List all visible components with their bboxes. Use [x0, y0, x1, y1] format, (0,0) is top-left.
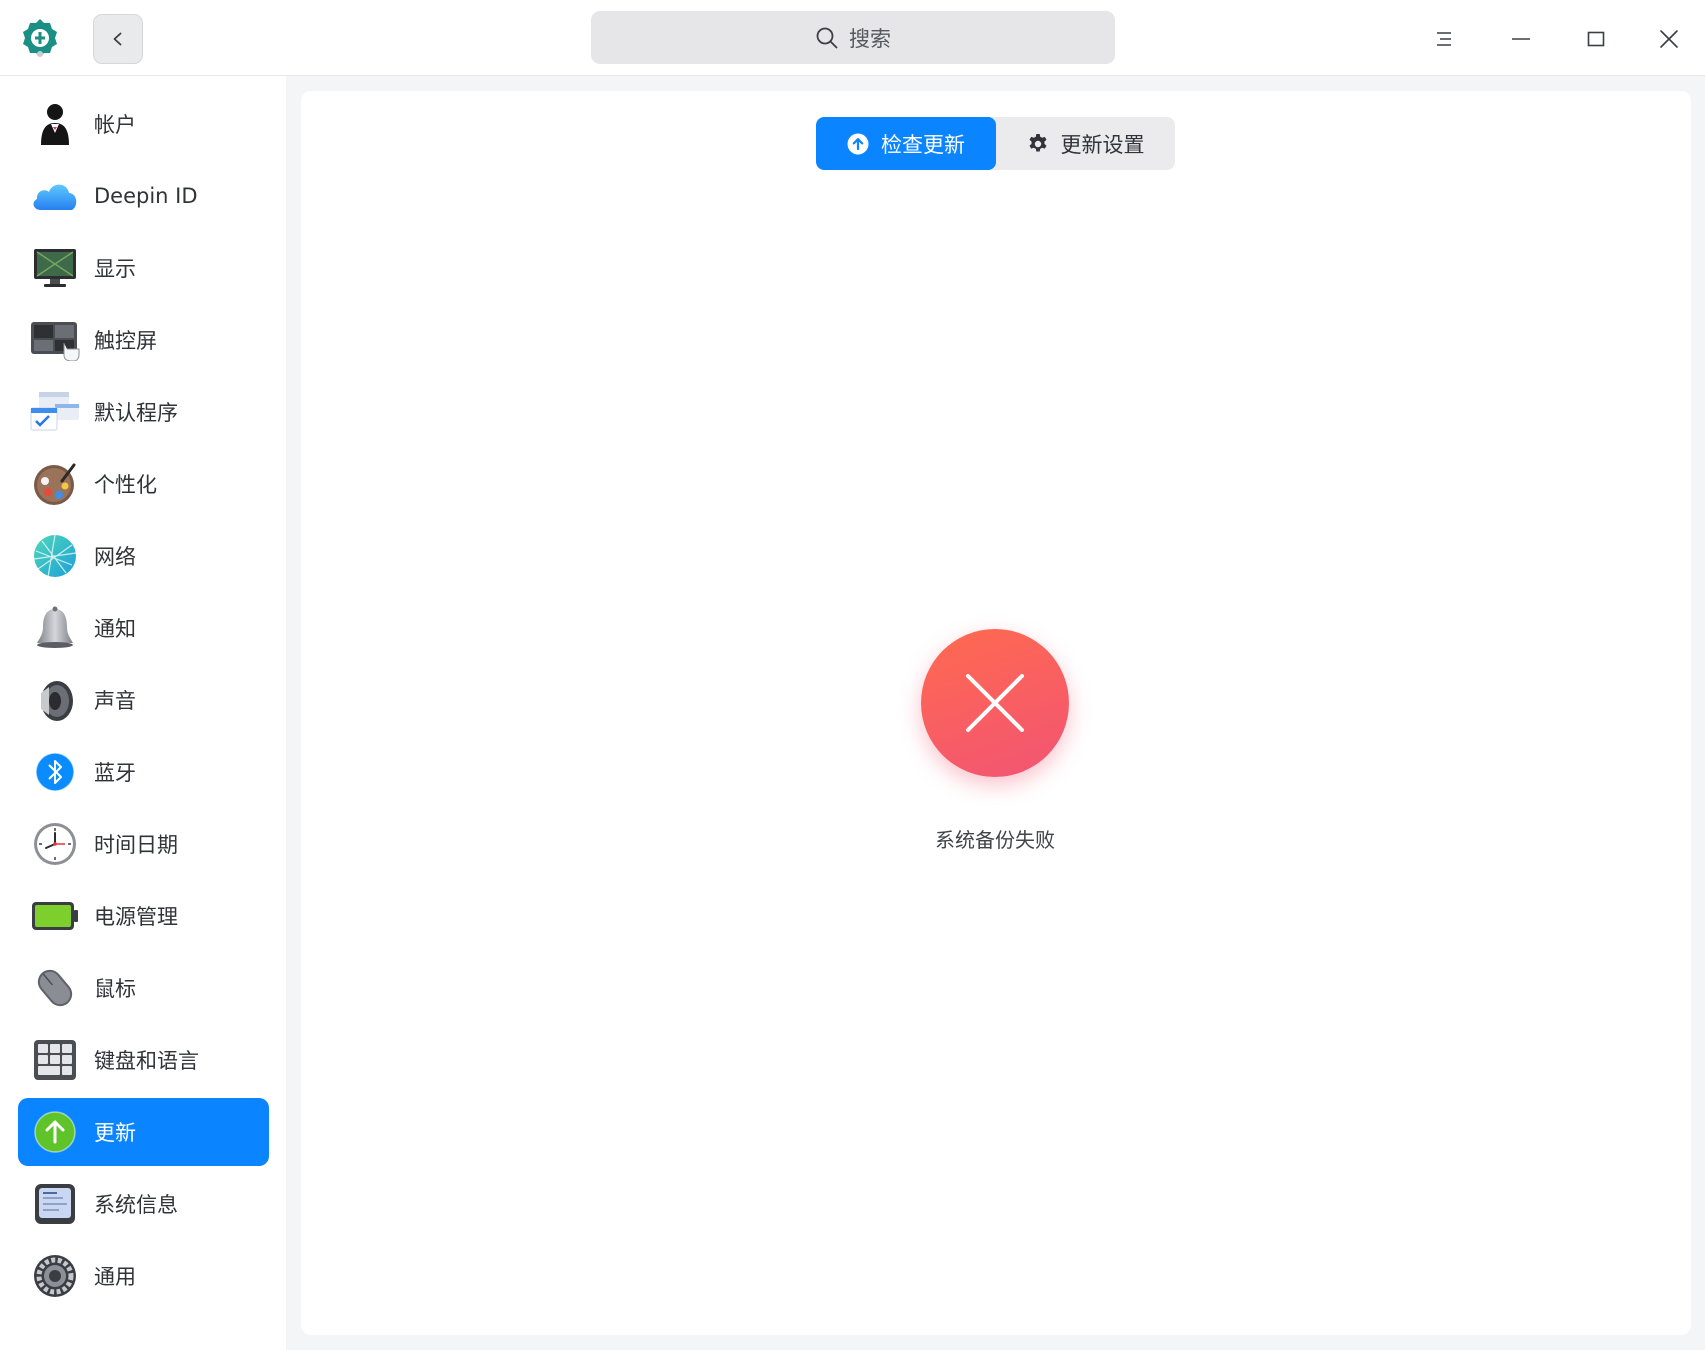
app-logo-icon	[18, 16, 62, 60]
sidebar-item-label: 通知	[94, 617, 136, 641]
tab-label: 检查更新	[881, 132, 965, 157]
close-button[interactable]	[1644, 14, 1694, 64]
clock-icon	[28, 817, 82, 871]
account-icon	[28, 97, 82, 151]
sidebar-item-keyboard[interactable]: 键盘和语言	[18, 1026, 269, 1094]
tab-update-settings[interactable]: 更新设置	[996, 117, 1175, 170]
sidebar-item-datetime[interactable]: 时间日期	[18, 810, 269, 878]
sidebar-item-label: 蓝牙	[94, 761, 136, 785]
sidebar-item-label: 时间日期	[94, 833, 178, 857]
default-apps-icon	[28, 385, 82, 439]
sidebar-item-label: 更新	[94, 1121, 136, 1145]
sidebar-item-label: 键盘和语言	[94, 1049, 199, 1073]
bluetooth-icon	[28, 745, 82, 799]
sidebar-item-label: 鼠标	[94, 977, 136, 1001]
sidebar-item-label: 电源管理	[94, 905, 178, 929]
tab-label: 更新设置	[1060, 132, 1145, 157]
sidebar-item-label: 网络	[94, 545, 136, 569]
mouse-icon	[28, 961, 82, 1015]
sidebar-item-label: 个性化	[94, 473, 157, 497]
sidebar-item-notification[interactable]: 通知	[18, 594, 269, 662]
sidebar-item-display[interactable]: 显示	[18, 234, 269, 302]
battery-icon	[28, 889, 82, 943]
upload-arrow-icon	[847, 133, 869, 154]
sidebar-item-general[interactable]: 通用	[18, 1242, 269, 1310]
sidebar-item-label: 触控屏	[94, 329, 157, 353]
sidebar-item-label: 通用	[94, 1265, 136, 1289]
sidebar-item-bluetooth[interactable]: 蓝牙	[18, 738, 269, 806]
sidebar-item-label: Deepin ID	[94, 184, 198, 208]
sidebar-item-label: 帐户	[94, 113, 136, 137]
status-message: 系统备份失败	[935, 828, 1055, 852]
sidebar-item-label: 显示	[94, 257, 136, 281]
sidebar-item-personalization[interactable]: 个性化	[18, 450, 269, 518]
sidebar-item-mouse[interactable]: 鼠标	[18, 954, 269, 1022]
titlebar: 搜索	[0, 0, 1705, 76]
menu-icon	[1437, 32, 1451, 46]
sidebar-item-update[interactable]: 更新	[18, 1098, 269, 1166]
sidebar-item-label: 系统信息	[94, 1193, 178, 1217]
touchscreen-icon	[28, 313, 82, 367]
main-content: 检查更新 更新设置 系统备份失败	[301, 91, 1691, 1335]
gear-icon	[28, 1249, 82, 1303]
bell-icon	[28, 601, 82, 655]
sidebar-item-sound[interactable]: 声音	[18, 666, 269, 734]
search-input[interactable]: 搜索	[591, 11, 1115, 64]
sidebar-item-default-apps[interactable]: 默认程序	[18, 378, 269, 446]
sidebar-item-network[interactable]: 网络	[18, 522, 269, 590]
sidebar-item-label: 声音	[94, 689, 136, 713]
tab-check-update[interactable]: 检查更新	[816, 117, 996, 170]
minimize-icon	[1512, 38, 1530, 40]
sidebar-item-system-info[interactable]: 系统信息	[18, 1170, 269, 1238]
search-icon	[816, 27, 838, 48]
chevron-left-icon	[113, 32, 122, 46]
keyboard-icon	[28, 1033, 82, 1087]
palette-icon	[28, 457, 82, 511]
sidebar-item-account[interactable]: 帐户	[18, 90, 269, 158]
network-icon	[28, 529, 82, 583]
sidebar-item-power[interactable]: 电源管理	[18, 882, 269, 950]
back-button[interactable]	[93, 14, 143, 64]
system-info-icon	[28, 1177, 82, 1231]
cloud-icon	[28, 169, 82, 223]
search-placeholder: 搜索	[849, 26, 891, 51]
update-tabs: 检查更新 更新设置	[816, 117, 1175, 170]
gear-icon	[1029, 133, 1046, 151]
maximize-button[interactable]	[1571, 14, 1621, 64]
sidebar-item-deepin-id[interactable]: Deepin ID	[18, 162, 269, 230]
display-icon	[28, 241, 82, 295]
speaker-icon	[28, 673, 82, 727]
sidebar-item-label: 默认程序	[94, 401, 178, 425]
sidebar: 帐户 Deepin ID 显示 触控屏 默认程序 个性化 网络 通知 声音 蓝牙…	[0, 76, 286, 1350]
update-arrow-icon	[28, 1105, 82, 1159]
minimize-button[interactable]	[1496, 14, 1546, 64]
close-icon	[1660, 30, 1678, 48]
sidebar-item-touchscreen[interactable]: 触控屏	[18, 306, 269, 374]
error-x-icon	[921, 629, 1069, 777]
maximize-icon	[1587, 31, 1605, 47]
menu-button[interactable]	[1419, 14, 1469, 64]
